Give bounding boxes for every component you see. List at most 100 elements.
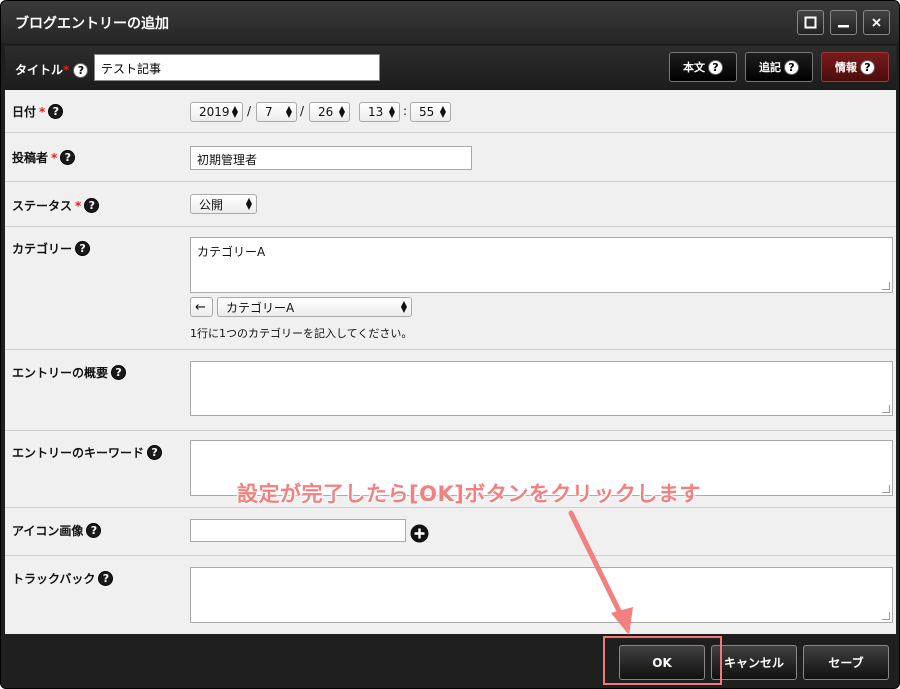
category-select[interactable]: カテゴリーA ▲ ▼	[217, 297, 412, 317]
icon-image-label: アイコン画像 ?	[12, 522, 102, 539]
hour-value: 13	[368, 105, 384, 119]
window-title: ブログエントリーの追加	[15, 16, 169, 32]
help-icon[interactable]: ?	[111, 365, 127, 380]
title-field-label: タイトル* ?	[15, 61, 89, 78]
icon-image-label-text: アイコン画像	[12, 524, 84, 538]
date-separator: /	[247, 104, 252, 118]
updown-icon: ▲ ▼	[439, 104, 446, 119]
month-value: 7	[265, 105, 273, 119]
help-icon[interactable]: ?	[86, 523, 102, 538]
resize-handle[interactable]	[882, 485, 890, 493]
month-select[interactable]: 7 ▲ ▼	[256, 102, 297, 122]
date-label: 日付 * ?	[12, 103, 64, 120]
title-row: タイトル* ? テスト記事 本文 ? 追記 ? 情報 ?	[5, 46, 896, 90]
keywords-label-text: エントリーのキーワード	[12, 446, 145, 460]
tab-extra-label: 追記	[759, 61, 781, 74]
date-separator: /	[300, 104, 305, 118]
title-label-text: タイトル	[15, 63, 64, 77]
updown-icon: ▲ ▼	[231, 104, 238, 119]
updown-icon: ▲ ▼	[400, 299, 407, 314]
tab-extra[interactable]: 追記 ?	[745, 52, 813, 82]
dialog-window: ブログエントリーの追加 タイトル* ? テスト記事 本文 ? 追記 ? 情報 ?	[0, 0, 900, 689]
tab-info-label: 情報	[835, 61, 857, 74]
help-icon[interactable]: ?	[75, 241, 91, 256]
resize-handle[interactable]	[882, 405, 890, 413]
status-value: 公開	[199, 197, 224, 212]
summary-label: エントリーの概要 ?	[12, 364, 127, 381]
category-hint: 1行に1つのカテゴリーを記入してください。	[190, 327, 413, 340]
maximize-icon	[804, 16, 817, 29]
time-separator: :	[403, 104, 408, 118]
status-select[interactable]: 公開 ▲ ▼	[190, 194, 257, 214]
add-icon[interactable]	[410, 524, 429, 543]
status-row: ステータス * ? 公開 ▲ ▼	[5, 182, 896, 227]
status-label-text: ステータス	[12, 199, 73, 213]
keywords-label: エントリーのキーワード ?	[12, 444, 163, 461]
year-select[interactable]: 2019 ▲ ▼	[190, 102, 243, 122]
category-select-value: カテゴリーA	[226, 300, 295, 315]
resize-handle[interactable]	[882, 282, 890, 290]
resize-handle[interactable]	[882, 612, 890, 620]
save-button[interactable]: セーブ	[803, 645, 889, 680]
required-mark: *	[51, 150, 58, 165]
trackback-textarea[interactable]	[190, 567, 893, 623]
tab-body-label: 本文	[683, 61, 705, 74]
tab-info[interactable]: 情報 ?	[821, 52, 889, 82]
required-mark: *	[63, 63, 70, 77]
help-icon[interactable]: ?	[60, 150, 76, 165]
date-label-text: 日付	[12, 105, 37, 119]
day-value: 26	[318, 105, 334, 119]
category-text: カテゴリーA	[197, 245, 266, 259]
category-textarea[interactable]: カテゴリーA	[190, 237, 893, 293]
summary-row: エントリーの概要 ?	[5, 350, 896, 431]
help-icon[interactable]: ?	[48, 104, 64, 119]
title-input[interactable]: テスト記事	[94, 54, 380, 81]
date-row: 日付 * ? 2019 ▲ ▼ / 7 ▲ ▼ / 26 ▲ ▼ 13 ▲ ▼ : 55 ▲ ▼	[5, 90, 896, 133]
tab-body[interactable]: 本文 ?	[669, 52, 737, 82]
maximize-button[interactable]	[797, 10, 824, 35]
help-icon[interactable]: ?	[84, 198, 100, 213]
status-label: ステータス * ?	[12, 197, 100, 214]
updown-icon: ▲ ▼	[285, 104, 292, 119]
minute-value: 55	[419, 105, 435, 119]
hour-select[interactable]: 13 ▲ ▼	[359, 102, 400, 122]
category-label: カテゴリー ?	[12, 240, 91, 257]
minimize-button[interactable]	[830, 10, 857, 35]
required-mark: *	[39, 104, 46, 119]
summary-textarea[interactable]	[190, 361, 893, 416]
form-area: 日付 * ? 2019 ▲ ▼ / 7 ▲ ▼ / 26 ▲ ▼ 13 ▲ ▼ : 55 ▲ ▼ 投稿…	[5, 90, 896, 634]
ok-highlight-box	[603, 636, 722, 685]
author-label-text: 投稿者	[12, 151, 49, 165]
author-row: 投稿者 * ? 初期管理者	[5, 133, 896, 182]
close-button[interactable]	[863, 10, 890, 35]
year-value: 2019	[199, 105, 230, 119]
annotation-text: 設定が完了したら[OK]ボタンをクリックします	[237, 482, 701, 506]
help-icon[interactable]: ?	[708, 59, 723, 75]
help-icon[interactable]: ?	[860, 59, 875, 75]
help-icon[interactable]: ?	[98, 571, 114, 586]
updown-icon: ▲ ▼	[388, 104, 395, 119]
left-arrow-icon: ←	[195, 299, 206, 315]
category-row: カテゴリー ? カテゴリーA ← カテゴリーA ▲ ▼ 1行に1つのカテゴリーを記入…	[5, 227, 896, 350]
icon-image-input[interactable]	[190, 519, 406, 542]
day-select[interactable]: 26 ▲ ▼	[309, 102, 350, 122]
updown-icon: ▲ ▼	[245, 196, 252, 211]
author-input[interactable]: 初期管理者	[190, 146, 472, 170]
help-icon[interactable]: ?	[73, 63, 89, 78]
cancel-button[interactable]: キャンセル	[711, 645, 797, 680]
author-label: 投稿者 * ?	[12, 149, 76, 166]
category-label-text: カテゴリー	[12, 242, 73, 256]
trackback-label-text: トラックバック	[12, 572, 96, 586]
title-bar[interactable]: ブログエントリーの追加	[1, 1, 899, 43]
add-category-arrow-button[interactable]: ←	[190, 297, 213, 317]
trackback-row: トラックバック ?	[5, 556, 896, 634]
help-icon[interactable]: ?	[147, 445, 163, 460]
required-mark: *	[75, 198, 82, 213]
help-icon[interactable]: ?	[784, 59, 799, 75]
updown-icon: ▲ ▼	[338, 104, 345, 119]
summary-label-text: エントリーの概要	[12, 366, 109, 380]
minute-select[interactable]: 55 ▲ ▼	[410, 102, 451, 122]
annotation-arrow-icon	[568, 510, 633, 635]
close-icon	[872, 18, 881, 27]
icon-image-row: アイコン画像 ?	[5, 508, 896, 556]
